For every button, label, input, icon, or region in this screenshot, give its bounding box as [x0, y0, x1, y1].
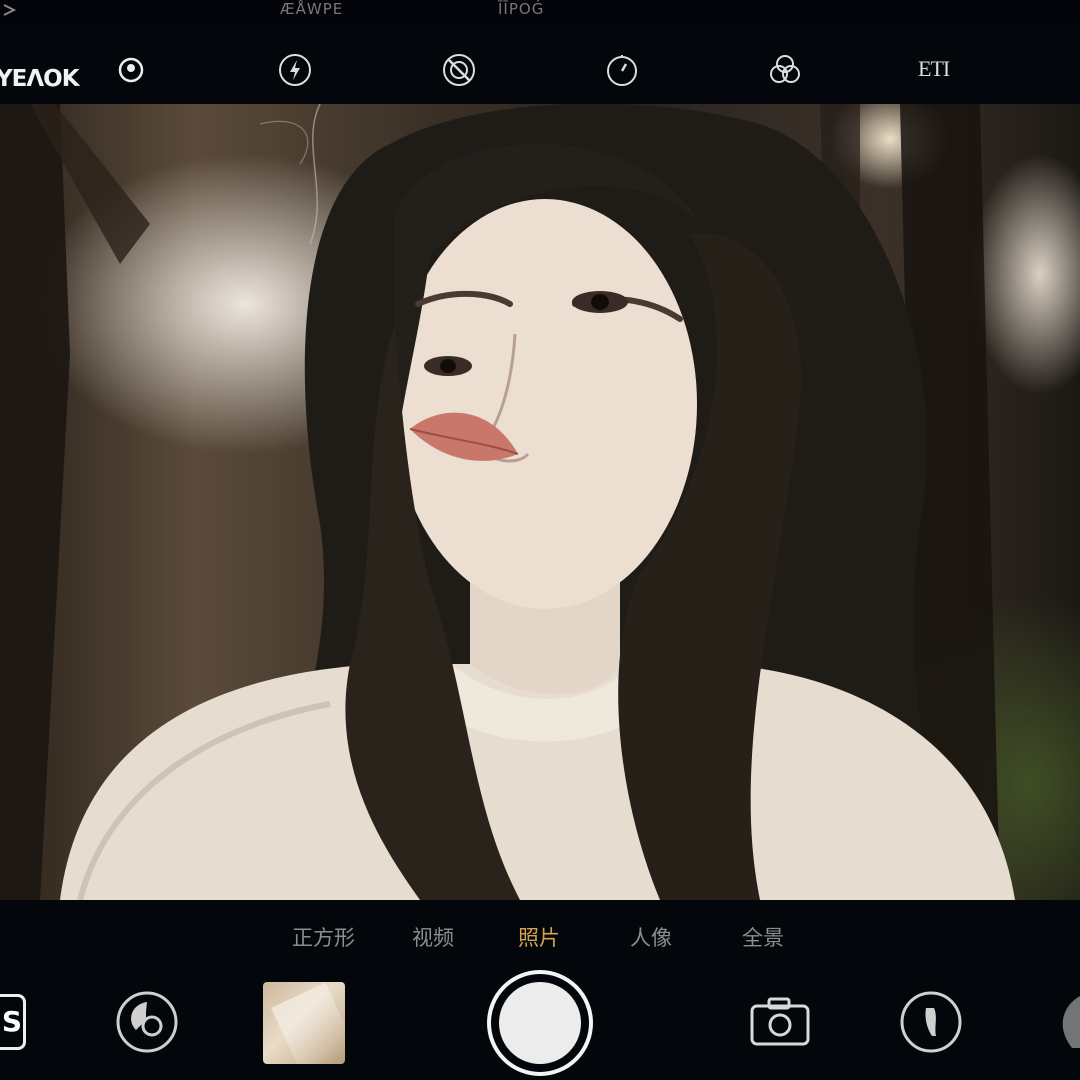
status-left-text: ÆÅWPE — [280, 0, 344, 18]
live-off-icon[interactable] — [441, 52, 477, 88]
mode-square[interactable]: 正方形 — [292, 922, 355, 952]
shutter-button[interactable] — [487, 970, 593, 1076]
more-icon[interactable] — [1052, 992, 1080, 1052]
brand-label: ΥΕΛΟΚ — [0, 66, 80, 92]
mode-portrait[interactable]: 人像 — [630, 922, 672, 952]
portrait-lighting-icon[interactable] — [898, 990, 964, 1054]
raw-label: ETI — [918, 56, 950, 81]
mode-selector: 正方形 视频 照片 人像 全景 — [0, 900, 1080, 970]
flash-icon[interactable] — [277, 52, 313, 88]
mode-panorama[interactable]: 全景 — [742, 922, 784, 952]
live-photo-icon[interactable] — [112, 990, 182, 1054]
timer-icon[interactable] — [604, 52, 640, 88]
status-bar: ÆÅWPE ĪĪPOĠ — [0, 0, 1080, 26]
mode-photo[interactable]: 照片 — [518, 922, 560, 952]
camera-top-toolbar: ΥΕΛΟΚ ETI — [0, 26, 1080, 104]
camera-controls: S — [0, 970, 1080, 1080]
eye-icon[interactable] — [113, 52, 149, 88]
left-badge[interactable]: S — [0, 994, 26, 1050]
mode-video[interactable]: 视频 — [412, 922, 454, 952]
filter-icon[interactable] — [767, 52, 803, 88]
portrait-photo — [0, 104, 1015, 900]
last-photo-thumbnail[interactable] — [263, 982, 345, 1064]
raw-toggle[interactable]: ETI — [918, 56, 960, 86]
left-badge-label: S — [1, 1005, 23, 1038]
back-chevron-icon[interactable] — [0, 2, 20, 18]
camera-viewfinder[interactable] — [0, 104, 1080, 900]
status-center-text: ĪĪPOĠ — [498, 0, 545, 18]
camera-switch-icon[interactable] — [749, 996, 811, 1048]
